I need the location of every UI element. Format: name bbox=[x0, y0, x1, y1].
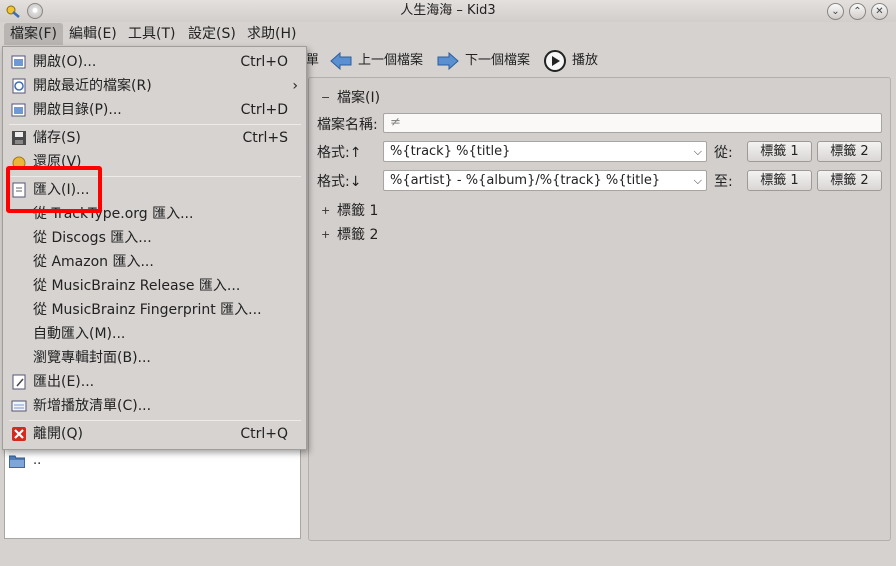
chevron-right-icon: › bbox=[292, 78, 298, 94]
next-file-button[interactable]: 下一個檔案 bbox=[437, 48, 530, 74]
menu-item-auto-import[interactable]: 自動匯入(M)... bbox=[3, 322, 306, 346]
menu-item-label: 自動匯入(M)... bbox=[33, 326, 126, 342]
menu-item-import-discogs[interactable]: 從 Discogs 匯入... bbox=[3, 226, 306, 250]
menu-item-open[interactable]: 開啟(O)... Ctrl+O bbox=[3, 50, 306, 74]
playlist-icon bbox=[11, 400, 27, 412]
format-down-value: %{artist} - %{album}/%{track} %{title} bbox=[390, 173, 661, 188]
tag2-section-header[interactable]: + 標籤 2 bbox=[321, 224, 378, 244]
format-up-value: %{track} %{title} bbox=[390, 144, 511, 159]
to-label: 至: bbox=[714, 174, 733, 190]
menu-item-browse-cover-art[interactable]: 瀏覽專輯封面(B)... bbox=[3, 346, 306, 370]
tag1-section-label: 標籤 1 bbox=[337, 203, 379, 219]
export-icon bbox=[12, 374, 26, 390]
menu-item-import-musicbrainz-fingerprint[interactable]: 從 MusicBrainz Fingerprint 匯入... bbox=[3, 298, 306, 322]
menu-item-import-amazon[interactable]: 從 Amazon 匯入... bbox=[3, 250, 306, 274]
collapse-icon: − bbox=[321, 90, 331, 104]
pin-icon[interactable] bbox=[27, 3, 43, 19]
recent-files-icon bbox=[12, 78, 26, 94]
play-icon bbox=[544, 50, 566, 72]
window-titlebar: 人生海海 – Kid3 ⌄ ⌃ ✕ bbox=[0, 0, 896, 22]
file-section-header[interactable]: − 檔案(I) bbox=[321, 87, 380, 107]
menu-item-label: 匯出(E)... bbox=[33, 374, 95, 390]
to-tag2-button[interactable]: 標籤 2 bbox=[817, 170, 882, 191]
menu-item-shortcut: Ctrl+D bbox=[240, 102, 288, 118]
menu-separator bbox=[9, 124, 301, 125]
play-label: 播放 bbox=[572, 53, 599, 68]
directory-list[interactable]: .. bbox=[4, 446, 301, 539]
arrow-left-icon bbox=[330, 52, 352, 70]
menu-item-open-recent[interactable]: 開啟最近的檔案(R) › bbox=[3, 74, 306, 98]
window-title: 人生海海 – Kid3 bbox=[400, 3, 496, 18]
menubar: 檔案(F) 編輯(E) 工具(T) 設定(S) 求助(H) bbox=[0, 22, 896, 46]
menu-file[interactable]: 檔案(F) bbox=[4, 23, 63, 45]
menu-item-label: 儲存(S) bbox=[33, 130, 81, 146]
file-section-label: 檔案(I) bbox=[337, 90, 381, 106]
previous-file-button[interactable]: 上一個檔案 bbox=[330, 48, 423, 74]
next-file-label: 下一個檔案 bbox=[465, 53, 531, 68]
list-item[interactable]: .. bbox=[9, 453, 41, 468]
expand-icon: + bbox=[321, 227, 331, 241]
play-button[interactable]: 播放 bbox=[544, 48, 598, 74]
app-icon[interactable] bbox=[5, 3, 21, 19]
from-tag2-button[interactable]: 標籤 2 bbox=[817, 141, 882, 162]
menu-item-open-directory[interactable]: 開啟目錄(P)... Ctrl+D bbox=[3, 98, 306, 122]
minimize-button[interactable]: ⌄ bbox=[827, 3, 844, 20]
from-label: 從: bbox=[714, 145, 733, 161]
menu-item-create-playlist[interactable]: 新增播放清單(C)... bbox=[3, 394, 306, 418]
expand-icon: + bbox=[321, 203, 331, 217]
menu-item-shortcut: Ctrl+S bbox=[242, 130, 288, 146]
tag1-section-header[interactable]: + 標籤 1 bbox=[321, 200, 378, 220]
format-up-select[interactable]: %{track} %{title} ⌵ bbox=[383, 141, 707, 162]
menu-item-shortcut: Ctrl+O bbox=[240, 54, 288, 70]
menu-item-shortcut: Ctrl+Q bbox=[240, 426, 288, 442]
menu-help[interactable]: 求助(H) bbox=[241, 23, 302, 45]
tag2-section-label: 標籤 2 bbox=[337, 227, 379, 243]
menu-item-label: 開啟(O)... bbox=[33, 54, 97, 70]
format-down-select[interactable]: %{artist} - %{album}/%{track} %{title} ⌵ bbox=[383, 170, 707, 191]
filename-input[interactable]: ≠ bbox=[383, 113, 882, 133]
format-up-label: 格式:↑ bbox=[317, 145, 362, 161]
menu-item-save[interactable]: 儲存(S) Ctrl+S bbox=[3, 126, 306, 150]
parent-directory-label: .. bbox=[33, 453, 42, 468]
menu-item-label: 離開(Q) bbox=[33, 426, 83, 442]
menu-separator bbox=[9, 420, 301, 421]
menu-item-label: 開啟最近的檔案(R) bbox=[33, 78, 152, 94]
menu-item-label: 開啟目錄(P)... bbox=[33, 102, 122, 118]
toolbar-partial-button[interactable]: 單 bbox=[306, 48, 319, 74]
toolbar-partial-label: 單 bbox=[306, 53, 320, 68]
chevron-down-icon: ⌵ bbox=[693, 145, 702, 158]
menu-item-label: 從 MusicBrainz Fingerprint 匯入... bbox=[33, 302, 262, 318]
menu-item-label: 從 MusicBrainz Release 匯入... bbox=[33, 278, 241, 294]
arrow-right-icon bbox=[437, 52, 459, 70]
menu-item-export[interactable]: 匯出(E)... bbox=[3, 370, 306, 394]
folder-icon bbox=[9, 455, 25, 468]
maximize-button[interactable]: ⌃ bbox=[849, 3, 866, 20]
file-menu-dropdown: 開啟(O)... Ctrl+O 開啟最近的檔案(R) › 開啟目錄(P)... … bbox=[2, 46, 307, 450]
menu-item-label: 瀏覽專輯封面(B)... bbox=[33, 350, 151, 366]
menu-item-label: 從 Discogs 匯入... bbox=[33, 230, 152, 246]
menu-edit[interactable]: 編輯(E) bbox=[63, 23, 123, 45]
menu-item-label: 新增播放清單(C)... bbox=[33, 398, 152, 414]
highlight-annotation bbox=[6, 166, 102, 213]
from-tag1-button[interactable]: 標籤 1 bbox=[747, 141, 812, 162]
open-folder-icon bbox=[11, 103, 26, 117]
open-file-icon bbox=[11, 55, 26, 69]
to-tag1-button[interactable]: 標籤 1 bbox=[747, 170, 812, 191]
menu-item-import-musicbrainz-release[interactable]: 從 MusicBrainz Release 匯入... bbox=[3, 274, 306, 298]
previous-file-label: 上一個檔案 bbox=[358, 53, 424, 68]
menu-item-label: 從 Amazon 匯入... bbox=[33, 254, 154, 270]
menu-tools[interactable]: 工具(T) bbox=[122, 23, 181, 45]
filename-label: 檔案名稱: bbox=[317, 117, 378, 133]
menu-settings[interactable]: 設定(S) bbox=[182, 23, 242, 45]
file-panel: − 檔案(I) 檔案名稱: ≠ 格式:↑ %{track} %{title} ⌵… bbox=[308, 77, 891, 541]
menu-item-quit[interactable]: 離開(Q) Ctrl+Q bbox=[3, 422, 306, 446]
format-down-label: 格式:↓ bbox=[317, 174, 362, 190]
chevron-down-icon: ⌵ bbox=[693, 174, 702, 187]
save-icon bbox=[12, 131, 26, 145]
close-button[interactable]: ✕ bbox=[871, 3, 888, 20]
quit-icon bbox=[12, 427, 26, 441]
